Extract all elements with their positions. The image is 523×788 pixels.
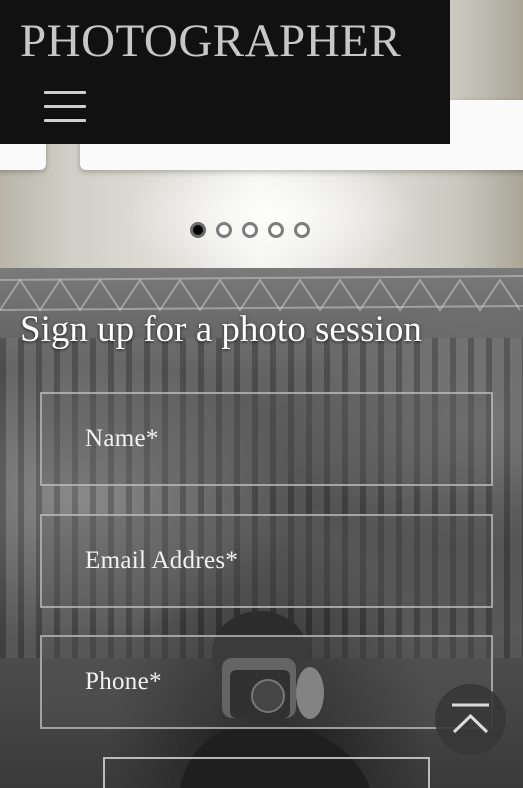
slider-dot-2[interactable] — [216, 222, 232, 238]
phone-input[interactable] — [40, 635, 493, 729]
email-input[interactable] — [40, 514, 493, 608]
slider-dot-4[interactable] — [268, 222, 284, 238]
menu-bar-top — [44, 91, 86, 94]
slider-dot-1[interactable] — [190, 222, 206, 238]
menu-bar-middle — [44, 105, 86, 108]
signup-title: Sign up for a photo session — [20, 309, 422, 350]
name-input[interactable] — [40, 392, 493, 486]
site-header: PHOTOGRAPHER — [0, 0, 450, 144]
slider-dot-5[interactable] — [294, 222, 310, 238]
chevron-up-icon — [452, 703, 489, 734]
submit-button[interactable] — [103, 757, 430, 788]
back-to-top-button[interactable] — [435, 684, 506, 755]
hamburger-menu-icon[interactable] — [44, 90, 86, 124]
menu-bar-bottom — [44, 119, 86, 122]
slider-dot-3[interactable] — [242, 222, 258, 238]
slider-pagination — [190, 222, 310, 238]
site-logo[interactable]: PHOTOGRAPHER — [20, 14, 401, 68]
